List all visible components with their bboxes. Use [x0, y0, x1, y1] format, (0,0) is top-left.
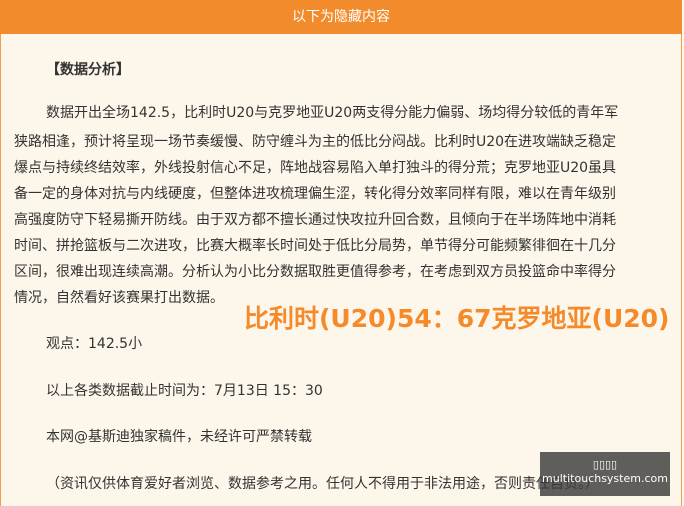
paragraph-line: 狭路相逢，预计将呈现一场节奏缓慢、防守缠斗为主的低比分闷战。比利时U20在进攻端…: [14, 134, 617, 150]
site-watermark: ▯▯▯▯ multitouchsystem.com: [540, 452, 670, 496]
paragraph-line: 备一定的身体对抗与内线硬度，但整体进攻梳理偏生涩，转化得分效率同样有限，难以在青…: [14, 186, 616, 202]
paragraph-line: 时间、拼抢篮板与二次进攻，比赛大概率长时间处于低比分局势，单节得分可能频繁徘徊在…: [14, 238, 616, 254]
article-body: 【数据分析】 数据开出全场142.5，比利时U20与克罗地亚U20两支得分能力偏…: [0, 0, 684, 506]
disclaimer-text: （资讯仅供体育爱好者浏览、数据参考之用。任何人不得用于非法用途，否则责任自负。）: [46, 476, 599, 492]
paragraph-line: 情况，自然看好该赛果打出数据。: [14, 290, 224, 306]
watermark-text: multitouchsystem.com: [542, 472, 668, 485]
paragraph-line: 高强度防守下轻易撕开防线。由于双方都不擅长通过快攻拉升回合数，且倾向于在半场阵地…: [14, 212, 616, 228]
viewpoint-text: 观点：142.5小: [46, 336, 143, 352]
watermark-logo-icon: ▯▯▯▯: [592, 458, 618, 471]
cutoff-time-text: 以上各类数据截止时间为：7月13日 15：30: [46, 383, 323, 399]
copyright-text: 本网@基斯迪独家稿件，未经许可严禁转载: [46, 429, 312, 445]
match-score-overlay: 比利时(U20)54：67克罗地亚(U20): [244, 304, 670, 333]
paragraph-line: 区间，很难出现连续高潮。分析认为小比分数据取胜更值得参考，在考虑到双方员投篮命中…: [14, 264, 616, 280]
paragraph-line: 数据开出全场142.5，比利时U20与克罗地亚U20两支得分能力偏弱、场均得分较…: [46, 105, 619, 121]
paragraph-line: 爆点与持续终结效率，外线投射信心不足，阵地战容易陷入单打独斗的得分荒；克罗地亚U…: [14, 160, 617, 176]
section-title: 【数据分析】: [46, 62, 130, 78]
